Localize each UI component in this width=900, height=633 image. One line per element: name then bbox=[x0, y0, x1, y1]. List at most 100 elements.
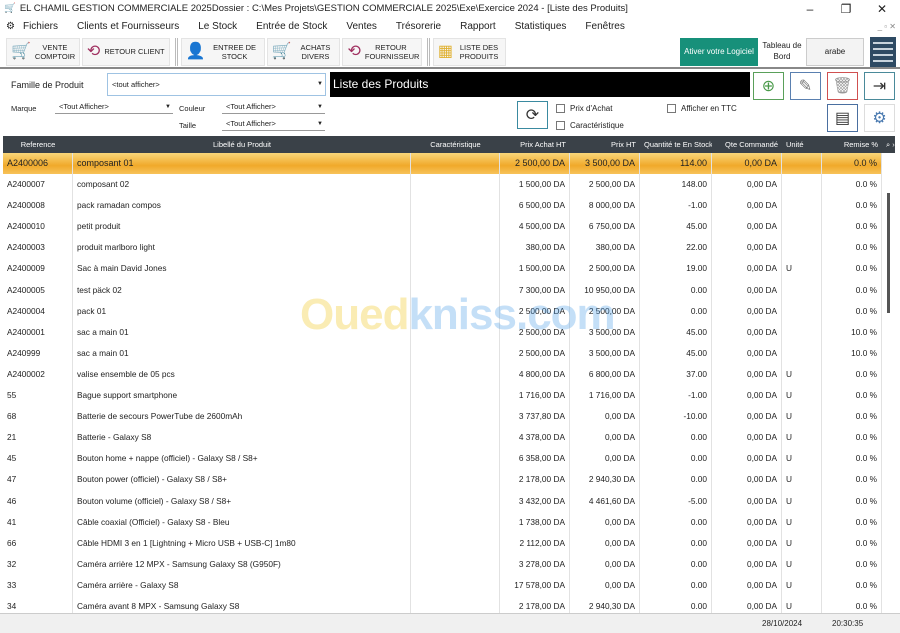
table-row[interactable]: 32 Caméra arrière 12 MPX - Samsung Galaxy… bbox=[3, 553, 895, 575]
status-time: 20:30:35 bbox=[832, 619, 864, 628]
table-cell: 6 358,00 DA bbox=[500, 448, 570, 470]
caracteristique-checkbox[interactable]: Caractéristique bbox=[556, 121, 624, 130]
couleur-select[interactable]: <Tout Afficher> bbox=[222, 101, 325, 114]
retour-client-button[interactable]: ⟲ RETOUR CLIENT bbox=[81, 37, 170, 66]
menu-entr-e-de-stock[interactable]: Entrée de Stock bbox=[256, 21, 327, 32]
prix-achat-checkbox[interactable]: Prix d'Achat bbox=[556, 104, 612, 113]
vente-comptoir-button[interactable]: 🛒 VENTE COMPTOIR bbox=[6, 37, 80, 66]
activate-button[interactable]: Ativer votre Logiciel bbox=[680, 37, 758, 66]
entree-stock-button[interactable]: 👤 ENTREE DE STOCK bbox=[180, 37, 265, 66]
table-cell: 3 278,00 DA bbox=[500, 553, 570, 575]
undo-icon: ⟲ bbox=[86, 42, 101, 60]
table-cell: 10.0 % bbox=[822, 321, 882, 343]
menu-fichiers[interactable]: Fichiers bbox=[23, 21, 58, 32]
maximize-button[interactable]: ❐ bbox=[828, 2, 864, 16]
table-row[interactable]: 66 Câble HDMI 3 en 1 [Lightning + Micro U… bbox=[3, 532, 895, 554]
table-cell: 7 300,00 DA bbox=[500, 279, 570, 301]
column-header[interactable]: Prix Achat HT bbox=[500, 140, 570, 149]
minimize-button[interactable]: – bbox=[792, 2, 828, 16]
table-row[interactable]: A2400007 composant 02 1 500,00 DA 2 500,00 … bbox=[3, 174, 895, 196]
table-row[interactable]: 34 Caméra avant 8 MPX - Samsung Galaxy S8… bbox=[3, 595, 895, 613]
table-cell: 1 716,00 DA bbox=[570, 385, 640, 407]
table-row[interactable]: 45 Bouton home + nappe (officiel) - Galax… bbox=[3, 448, 895, 470]
table-row[interactable]: A2400005 test päck 02 7 300,00 DA 10 950,00… bbox=[3, 279, 895, 301]
table-row[interactable]: 41 Câble coaxial (Officiel) - Galaxy S8 -… bbox=[3, 511, 895, 533]
column-header[interactable]: Caractéristique bbox=[411, 140, 500, 149]
table-row[interactable]: A2400006 composant 01 2 500,00 DA 3 500,00 … bbox=[3, 153, 895, 175]
retour-fournisseur-button[interactable]: ⟲ RETOUR FOURNISSEUR bbox=[342, 37, 422, 66]
table-row[interactable]: A2400003 produit marlboro light 380,00 DA 3… bbox=[3, 237, 895, 259]
table-cell: 0,00 DA bbox=[712, 406, 782, 428]
table-cell: valise ensemble de 05 pcs bbox=[73, 363, 411, 386]
table-row[interactable]: 68 Batterie de secours PowerTube de 2600m… bbox=[3, 406, 895, 428]
column-header[interactable]: Prix HT bbox=[570, 140, 640, 149]
achats-divers-button[interactable]: 🛒 ACHATS DIVERS bbox=[266, 37, 341, 66]
vertical-scrollbar[interactable] bbox=[882, 153, 895, 613]
marque-select[interactable]: <Tout Afficher> bbox=[55, 101, 173, 114]
table-row[interactable]: 33 Caméra arrière - Galaxy S8 17 578,00 DA… bbox=[3, 574, 895, 596]
table-row[interactable]: A240999 sac a main 01 2 500,00 DA 3 500,00 … bbox=[3, 342, 895, 364]
table-row[interactable]: 46 Bouton volume (officiel) - Galaxy S8 /… bbox=[3, 490, 895, 512]
table-cell: 0,00 DA bbox=[712, 237, 782, 259]
mdi-window-controls[interactable]: _ ▫ ✕ bbox=[878, 22, 896, 31]
table-row[interactable]: A2400009 Sac à main David Jones 1 500,00 D… bbox=[3, 258, 895, 280]
table-cell: U bbox=[782, 532, 822, 554]
table-cell bbox=[411, 363, 500, 386]
table-row[interactable]: A2400002 valise ensemble de 05 pcs 4 800,0… bbox=[3, 363, 895, 386]
table-row[interactable]: 55 Bague support smartphone 1 716,00 DA 1 7… bbox=[3, 385, 895, 407]
taille-select[interactable]: <Tout Afficher> bbox=[222, 118, 325, 131]
edit-button[interactable]: ✎ bbox=[790, 72, 821, 100]
tableau-de-bord-button[interactable]: Tableau de Bord bbox=[758, 41, 806, 62]
liste-produits-button[interactable]: ▦ LISTE DES PRODUITS bbox=[432, 37, 506, 66]
table-row[interactable]: A2400010 petit produit 4 500,00 DA 6 750,00… bbox=[3, 216, 895, 238]
table-cell: 0.0 % bbox=[822, 574, 882, 596]
table-cell: 0.0 % bbox=[822, 427, 882, 449]
column-header[interactable]: Reference bbox=[3, 140, 73, 149]
close-button[interactable]: ✕ bbox=[864, 2, 900, 16]
table-cell: 34 bbox=[3, 595, 73, 613]
scroll-thumb[interactable] bbox=[887, 193, 890, 313]
column-header[interactable]: Quantité te En Stock bbox=[640, 140, 712, 149]
table-cell: 0.0 % bbox=[822, 300, 882, 322]
column-header[interactable]: Remise % bbox=[822, 140, 882, 149]
copy-button[interactable]: ▤ bbox=[827, 104, 858, 132]
table-cell: 2 940,30 DA bbox=[570, 469, 640, 491]
table-cell: 2 112,00 DA bbox=[500, 532, 570, 554]
menu-tr-sorerie[interactable]: Trésorerie bbox=[396, 21, 441, 32]
ttc-checkbox[interactable]: Afficher en TTC bbox=[667, 104, 737, 113]
arabe-button[interactable]: arabe bbox=[806, 37, 864, 66]
table-row[interactable]: A2400001 sac a main 01 2 500,00 DA 3 500,00… bbox=[3, 321, 895, 343]
settings-button[interactable]: ⚙ bbox=[864, 104, 895, 132]
undo-icon: ⟲ bbox=[347, 42, 361, 60]
menu-rapport[interactable]: Rapport bbox=[460, 21, 496, 32]
search-icon[interactable]: ⌕ › bbox=[882, 140, 895, 150]
menu-fen-tres[interactable]: Fenêtres bbox=[585, 21, 624, 32]
table-row[interactable]: 21 Batterie - Galaxy S8 4 378,00 DA 0,00 DA… bbox=[3, 427, 895, 449]
column-header[interactable]: Unité bbox=[782, 140, 822, 149]
table-row[interactable]: A2400008 pack ramadan compos 6 500,00 DA 8 … bbox=[3, 195, 895, 217]
menu-clients-et-fournisseurs[interactable]: Clients et Fournisseurs bbox=[77, 21, 179, 32]
column-header[interactable]: Libellé du Produit bbox=[73, 140, 411, 149]
menu-le-stock[interactable]: Le Stock bbox=[198, 21, 237, 32]
table-row[interactable]: 47 Bouton power (officiel) - Galaxy S8 / … bbox=[3, 469, 895, 491]
table-cell: 4 378,00 DA bbox=[500, 427, 570, 449]
menu-ventes[interactable]: Ventes bbox=[346, 21, 377, 32]
app-menu-icon[interactable]: ⚙ bbox=[6, 21, 15, 32]
table-cell: 0,00 DA bbox=[570, 427, 640, 449]
table-cell: 0,00 DA bbox=[712, 427, 782, 449]
table-cell: 0,00 DA bbox=[712, 490, 782, 512]
menu-icon[interactable] bbox=[870, 36, 896, 67]
add-button[interactable]: ⊕ bbox=[753, 72, 784, 100]
column-header[interactable]: Qte Commandé bbox=[712, 140, 782, 149]
table-cell: U bbox=[782, 553, 822, 575]
exit-button[interactable]: ⇥ bbox=[864, 72, 895, 100]
boxes-icon: ▦ bbox=[437, 42, 453, 60]
table-cell bbox=[411, 342, 500, 364]
menu-statistiques[interactable]: Statistiques bbox=[515, 21, 567, 32]
delete-button[interactable]: 🗑 bbox=[827, 72, 858, 100]
table-row[interactable]: A2400004 pack 01 2 500,00 DA 2 500,00 DA 0.0… bbox=[3, 300, 895, 322]
marque-label: Marque bbox=[11, 104, 37, 113]
refresh-button[interactable]: ⟳ bbox=[517, 101, 548, 129]
table-cell bbox=[411, 195, 500, 217]
famille-select[interactable]: <tout afficher> bbox=[107, 73, 326, 96]
